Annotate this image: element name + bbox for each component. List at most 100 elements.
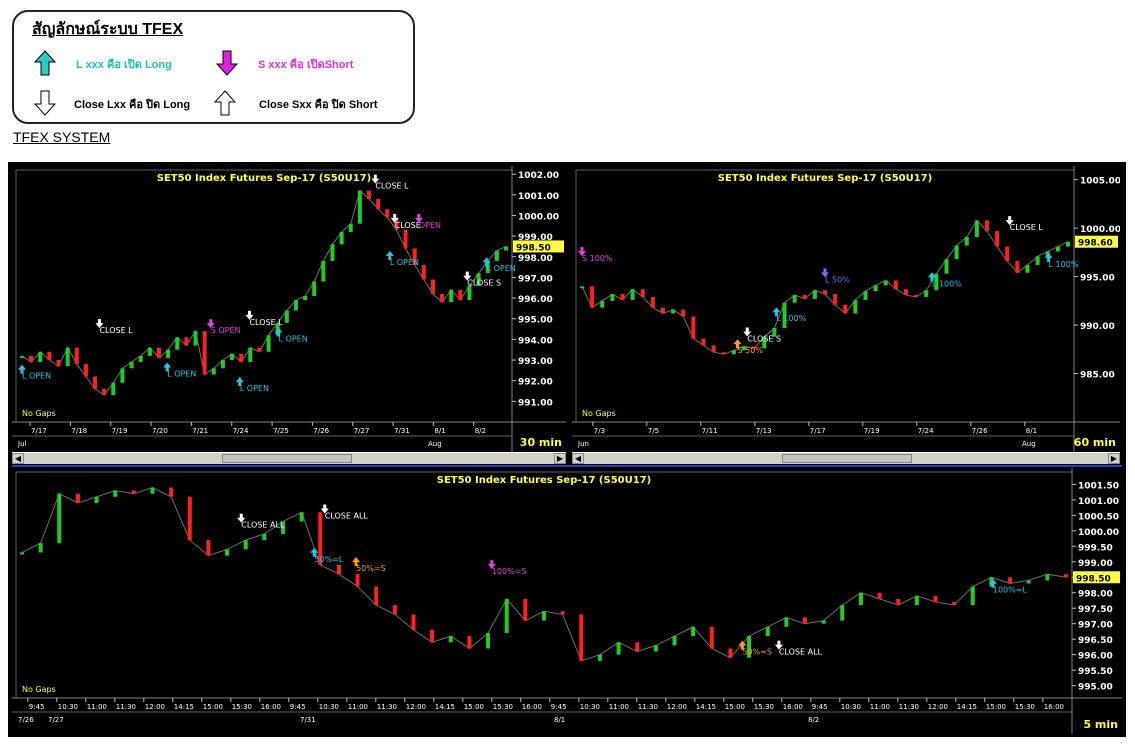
candle-bar xyxy=(94,496,99,503)
x-tick-label: 15:00 xyxy=(464,703,484,711)
x-tick-label: 14:15 xyxy=(174,703,194,711)
scroll-thumb[interactable] xyxy=(782,454,912,463)
candle-bar xyxy=(792,295,797,303)
y-tick-label: 997.00 xyxy=(518,274,553,284)
chart-window: SET50 Index Futures Sep-17 (S50U17) 1002.… xyxy=(8,162,1126,737)
candle-bar xyxy=(257,347,262,352)
candle-bar xyxy=(202,331,207,375)
candle-bar xyxy=(802,295,807,299)
y-tick-label: 991.00 xyxy=(518,398,553,408)
x-tick-label: 10:30 xyxy=(580,703,600,711)
date-label: Jun xyxy=(577,440,589,448)
candle-bar xyxy=(616,642,621,655)
candle-bar xyxy=(691,316,696,339)
candle-bar xyxy=(952,602,957,606)
signal-label: L OPEN xyxy=(390,258,419,267)
candle-bar xyxy=(38,351,43,363)
candle-bar xyxy=(138,355,143,363)
signal-label: S 50% xyxy=(738,346,764,355)
legend-title: สัญลักษณ์ระบบ TFEX xyxy=(32,21,184,38)
scroll-left-icon[interactable]: ◀ xyxy=(572,453,584,464)
x-tick-label: 7/24 xyxy=(918,427,934,435)
x-tick-label: 12:00 xyxy=(406,703,426,711)
signal-label: 50%=L xyxy=(314,555,343,564)
candle-bar xyxy=(467,636,472,649)
chart-title: SET50 Index Futures Sep-17 (S50U17) xyxy=(157,173,371,184)
y-tick-label: 996.50 xyxy=(1078,636,1113,646)
candle-bar xyxy=(653,645,658,652)
candle-bar xyxy=(166,349,171,358)
signal-label: CLOSE L xyxy=(249,318,283,327)
y-tick-label: 998.00 xyxy=(1078,590,1113,600)
last-price-label: 998.50 xyxy=(516,243,551,253)
signal-label: CLOSE S xyxy=(467,279,501,288)
system-title: TFEX SYSTEM xyxy=(13,129,111,145)
signal-label: L OPEN xyxy=(167,370,196,379)
x-tick-label: 7/17 xyxy=(810,427,826,435)
candle-bar xyxy=(620,294,625,300)
candle-bar xyxy=(610,294,615,301)
x-tick-label: 9:45 xyxy=(290,703,306,711)
x-tick-label: 11:30 xyxy=(899,703,919,711)
candle-bar xyxy=(339,231,344,245)
signal-label: L 100% xyxy=(1049,260,1079,269)
x-tick-label: 15:30 xyxy=(232,703,252,711)
candle-bar xyxy=(131,490,136,494)
chart-svg-1: SET50 Index Futures Sep-17 (S50U17) 1005.… xyxy=(572,166,1120,452)
candle-bar xyxy=(579,614,584,661)
signal-label: S 100% xyxy=(582,254,613,263)
chart-title: SET50 Index Futures Sep-17 (S50U17) xyxy=(437,475,651,486)
candle-bar xyxy=(523,598,528,621)
candle-bar xyxy=(47,351,52,361)
candle-bar xyxy=(964,236,969,246)
signal-label: CLOSE S xyxy=(747,335,781,344)
scroll-left-icon[interactable]: ◀ xyxy=(12,453,24,464)
x-tick-label: 10:30 xyxy=(841,703,861,711)
candle-bar xyxy=(83,364,88,377)
scroll-right-icon[interactable]: ▶ xyxy=(554,453,566,464)
signal-label: L OPEN xyxy=(487,264,516,273)
candle-bar xyxy=(823,290,827,295)
scroll-thumb[interactable] xyxy=(222,454,352,463)
y-tick-label: 985.00 xyxy=(1080,371,1115,381)
x-tick-label: 9:45 xyxy=(551,703,567,711)
candle-bar xyxy=(721,352,726,355)
candle-bar xyxy=(336,564,341,575)
candle-bar xyxy=(1008,577,1013,584)
x-tick-label: 14:15 xyxy=(957,703,977,711)
candle-bar xyxy=(303,296,308,301)
candle-bar xyxy=(731,350,736,355)
y-tick-label: 1005.00 xyxy=(1080,177,1120,187)
candle-bar xyxy=(392,605,397,615)
scroll-right-icon[interactable]: ▶ xyxy=(1108,453,1120,464)
scrollbar-60min[interactable]: ◀ ▶ xyxy=(572,452,1120,464)
candle-bar xyxy=(691,626,696,637)
candle-bar xyxy=(57,493,62,544)
candle-bar xyxy=(914,295,919,298)
candle-bar xyxy=(600,300,605,308)
candle-bar xyxy=(175,337,180,350)
candle-bar xyxy=(284,310,289,323)
x-tick-label: 11:00 xyxy=(870,703,890,711)
y-tick-label: 994.00 xyxy=(518,336,553,346)
candle-bar xyxy=(904,289,908,296)
candle-bar xyxy=(93,376,98,389)
legend-short-open: S xxx คือ เปิดShort xyxy=(258,59,354,71)
candle-bar xyxy=(220,360,225,369)
chart-title: SET50 Index Futures Sep-17 (S50U17) xyxy=(718,173,932,184)
panel-separator xyxy=(12,465,1122,467)
x-tick-label: 7/24 xyxy=(233,427,249,435)
scrollbar-30min[interactable]: ◀ ▶ xyxy=(12,452,566,464)
signal-label: CLOSE ALL xyxy=(779,648,823,657)
y-tick-label: 997.50 xyxy=(1078,605,1113,615)
candle-bar xyxy=(262,533,267,541)
candle-bar xyxy=(954,245,959,260)
x-tick-label: 16:00 xyxy=(1044,703,1064,711)
candle-bar xyxy=(430,279,435,294)
candle-bar xyxy=(883,280,888,286)
candle-bar xyxy=(266,335,271,352)
legend-long-open: L xxx คือ เปิด Long xyxy=(76,59,172,71)
candle-bar xyxy=(784,617,789,627)
candle-bar xyxy=(933,595,938,603)
x-tick-label: 16:00 xyxy=(783,703,803,711)
